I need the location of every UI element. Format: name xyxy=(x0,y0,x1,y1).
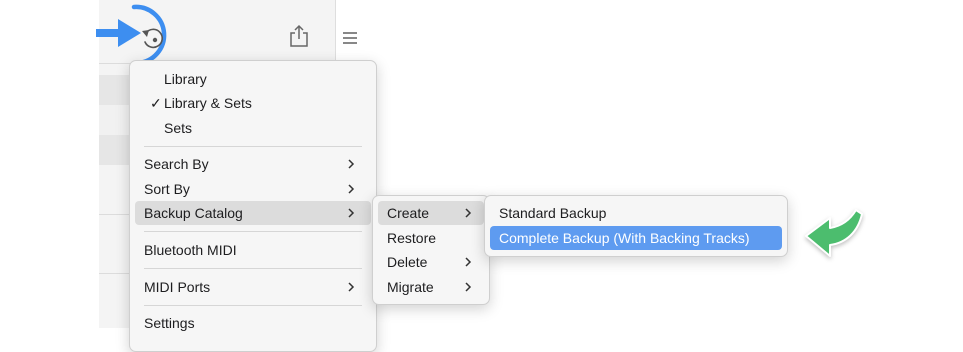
menu-item-label: Backup Catalog xyxy=(144,205,243,221)
chevron-right-icon xyxy=(348,159,355,169)
menu-item-label: Search By xyxy=(144,156,209,172)
menu-item-search-by[interactable]: Search By xyxy=(135,152,371,176)
menu-item-sets[interactable]: Sets xyxy=(135,116,371,140)
menu-item-label: Sets xyxy=(164,120,193,136)
menu-item-label: Library xyxy=(164,71,207,87)
submenu-item-migrate[interactable]: Migrate xyxy=(378,275,484,299)
chevron-right-icon xyxy=(465,257,472,267)
menu-item-backup-catalog[interactable]: Backup Catalog xyxy=(135,201,371,225)
menu-item-library[interactable]: Library xyxy=(135,67,371,91)
menu-item-label: Bluetooth MIDI xyxy=(144,242,237,258)
submenu-item-standard-backup[interactable]: Standard Backup xyxy=(490,201,782,225)
menu-item-settings[interactable]: Settings xyxy=(135,311,371,335)
menu-item-label: Standard Backup xyxy=(499,205,607,221)
checkmark-icon: ✓ xyxy=(150,95,162,111)
menu-item-label: Complete Backup (With Backing Tracks) xyxy=(499,230,750,246)
menu-item-label: Migrate xyxy=(387,279,434,295)
menu-item-label: Restore xyxy=(387,230,437,246)
chevron-right-icon xyxy=(465,282,472,292)
menu-separator xyxy=(144,268,362,269)
menu-item-sort-by[interactable]: Sort By xyxy=(135,177,371,201)
submenu-item-restore[interactable]: Restore xyxy=(378,226,484,250)
chevron-right-icon xyxy=(348,282,355,292)
menu-separator xyxy=(144,305,362,306)
menu-separator xyxy=(144,146,362,147)
menu-item-label: Settings xyxy=(144,315,195,331)
menu-item-label: Library & Sets xyxy=(164,95,252,111)
sync-icon[interactable] xyxy=(140,25,166,51)
annotation-arrow-icon xyxy=(96,19,141,47)
menu-item-midi-ports[interactable]: MIDI Ports xyxy=(135,275,371,299)
menu-item-label: Sort By xyxy=(144,181,190,197)
main-menu: Library ✓ Library & Sets Sets Search By … xyxy=(129,60,377,352)
submenu-item-delete[interactable]: Delete xyxy=(378,250,484,274)
menu-item-label: MIDI Ports xyxy=(144,279,211,295)
chevron-right-icon xyxy=(348,208,355,218)
chevron-right-icon xyxy=(465,208,472,218)
menu-item-label: Create xyxy=(387,205,430,221)
menu-item-label: Delete xyxy=(387,254,428,270)
menu-item-bluetooth-midi[interactable]: Bluetooth MIDI xyxy=(135,238,371,262)
share-icon[interactable] xyxy=(288,24,310,48)
menu-separator xyxy=(144,231,362,232)
backup-catalog-submenu: Create Restore Delete Migrate xyxy=(372,195,490,305)
hamburger-icon[interactable] xyxy=(342,31,358,45)
annotation-arrow-icon xyxy=(805,209,863,257)
create-submenu: Standard Backup Complete Backup (With Ba… xyxy=(484,195,788,257)
menu-item-library-sets[interactable]: ✓ Library & Sets xyxy=(135,91,371,115)
submenu-item-complete-backup[interactable]: Complete Backup (With Backing Tracks) xyxy=(490,226,782,250)
submenu-item-create[interactable]: Create xyxy=(378,201,484,225)
chevron-right-icon xyxy=(348,184,355,194)
